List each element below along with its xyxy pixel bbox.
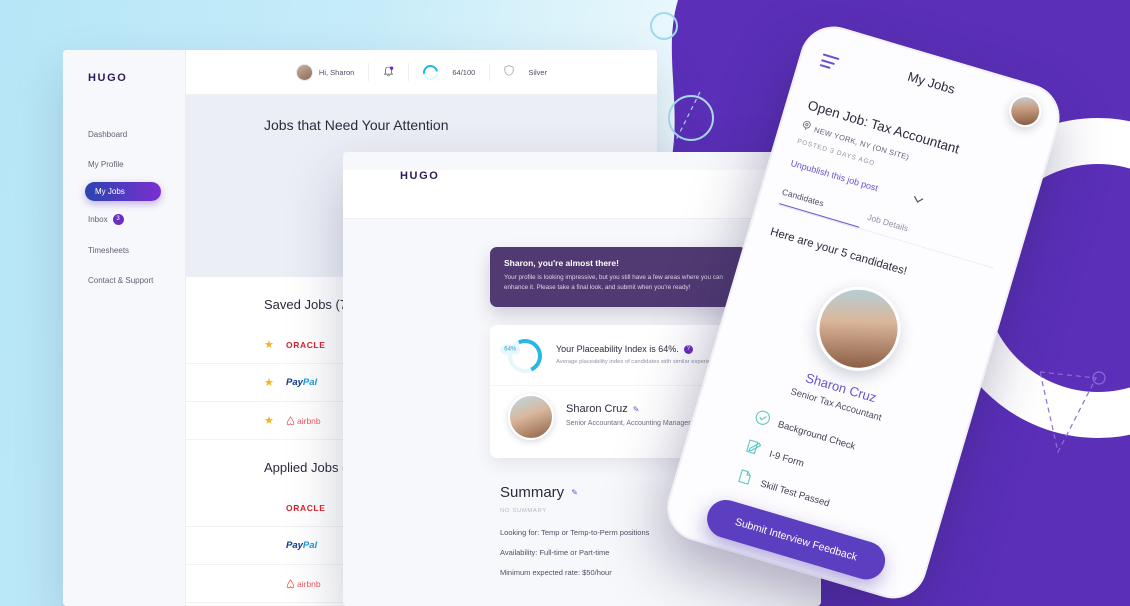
- avatar: [508, 393, 554, 440]
- sidebar-item-my-profile[interactable]: My Profile: [63, 152, 185, 177]
- airbnb-wordmark: airbnb: [297, 578, 321, 589]
- placeability-value: 64%: [500, 344, 521, 355]
- dashboard-topbar: Hi, Sharon 64/100 Silver: [186, 50, 657, 95]
- sidebar-item-label: Contact & Support: [88, 276, 154, 285]
- paypal-logo-icon: PayPal: [286, 540, 318, 551]
- tier-label: Silver: [528, 67, 548, 77]
- sidebar-item-label: My Jobs: [95, 187, 125, 196]
- oracle-logo-icon: ORACLE: [286, 339, 326, 350]
- check-circle-icon: [753, 408, 772, 430]
- hamburger-menu-icon[interactable]: [819, 53, 840, 74]
- sidebar-item-contact-support[interactable]: Contact & Support: [63, 268, 185, 293]
- decor-circle-2: [668, 95, 714, 141]
- divider: [408, 63, 410, 81]
- pencil-icon[interactable]: ✎: [571, 488, 578, 497]
- progress-ring-icon: [420, 61, 442, 83]
- airbnb-wordmark: airbnb: [297, 415, 321, 426]
- score-label: 64/100: [452, 67, 476, 77]
- shield-icon: [504, 63, 514, 81]
- document-icon: [735, 468, 754, 490]
- page-title: Jobs that Need Your Attention: [264, 117, 449, 133]
- sidebar-item-label: Dashboard: [88, 130, 128, 139]
- placeability-ring-icon: 64%: [500, 333, 547, 378]
- star-icon[interactable]: ★: [264, 376, 286, 389]
- banner-title: Sharon, you're almost there!: [504, 258, 619, 268]
- decor-circle-1: [650, 12, 678, 40]
- greeting-label: Hi, Sharon: [318, 67, 355, 77]
- sidebar-item-label: Inbox: [88, 215, 108, 224]
- sidebar-item-inbox[interactable]: Inbox 3: [63, 206, 185, 233]
- check-label: I-9 Form: [767, 448, 806, 470]
- page-title: Sharon Cruz: [566, 403, 628, 416]
- divider: [368, 63, 370, 81]
- oracle-logo-icon: ORACLE: [286, 502, 326, 513]
- sidebar-item-my-jobs[interactable]: My Jobs: [85, 182, 161, 201]
- sidebar-item-label: Timesheets: [88, 246, 130, 255]
- summary-title: Summary: [500, 483, 565, 501]
- pencil-icon[interactable]: ✎: [633, 405, 640, 414]
- sidebar: HUGO Dashboard My Profile My Jobs Inbox …: [63, 50, 186, 606]
- app-logo: HUGO: [88, 72, 128, 84]
- inbox-count-badge: 3: [112, 214, 124, 225]
- check-label: Skill Test Passed: [759, 478, 831, 509]
- candidate-avatar[interactable]: [806, 276, 911, 381]
- form-edit-icon: [744, 438, 763, 460]
- check-label: Background Check: [776, 418, 857, 452]
- map-pin-icon: [800, 120, 812, 134]
- user-greeting[interactable]: Hi, Sharon: [295, 63, 355, 81]
- placeability-title: Your Placeability Index is 64%.: [556, 344, 679, 355]
- avatar: [295, 63, 313, 81]
- bell-icon[interactable]: [383, 66, 394, 78]
- airbnb-logo-icon: airbnb: [286, 416, 321, 426]
- sidebar-item-dashboard[interactable]: Dashboard: [63, 122, 185, 147]
- paypal-logo-icon: PayPal: [286, 377, 318, 388]
- airbnb-logo-icon: airbnb: [286, 579, 321, 589]
- sidebar-item-timesheets[interactable]: Timesheets: [63, 238, 185, 263]
- sidebar-item-label: My Profile: [88, 160, 124, 169]
- tab-job-details[interactable]: Job Details: [866, 212, 909, 234]
- star-icon[interactable]: ★: [264, 338, 286, 351]
- divider: [489, 63, 491, 81]
- banner-body: Your profile is looking impressive, but …: [504, 274, 723, 292]
- star-icon[interactable]: ★: [264, 414, 286, 427]
- sidebar-nav: Dashboard My Profile My Jobs Inbox 3 Tim…: [63, 122, 185, 293]
- chevron-down-icon[interactable]: [911, 194, 924, 207]
